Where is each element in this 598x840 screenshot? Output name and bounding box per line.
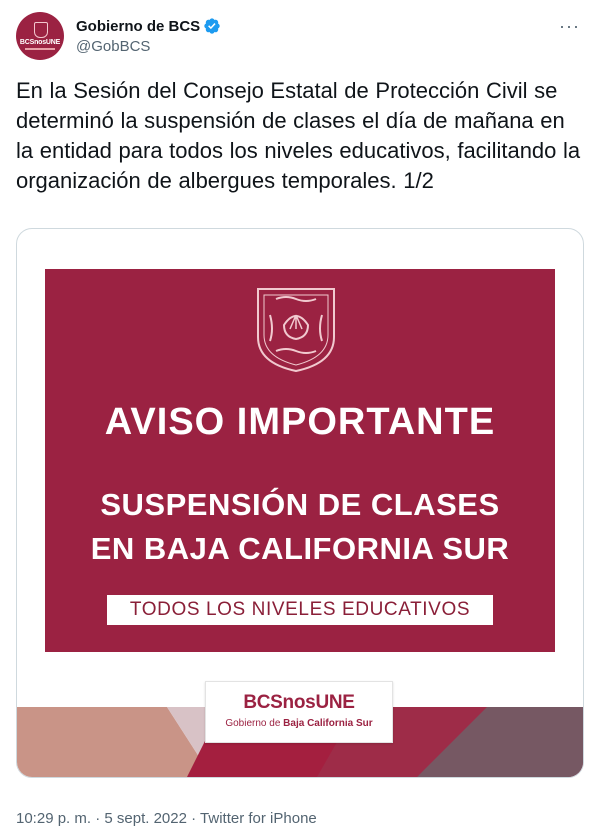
name-row: Gobierno de BCS: [76, 17, 221, 35]
tweet-text: En la Sesión del Consejo Estatal de Prot…: [16, 78, 587, 193]
poster-subtitle: SUSPENSIÓN DE CLASES EN BAJA CALIFORNIA …: [45, 483, 555, 571]
tweet-media-image[interactable]: AVISO IMPORTANTE SUSPENSIÓN DE CLASES EN…: [16, 228, 584, 778]
poster-subtitle-line1: SUSPENSIÓN DE CLASES: [100, 487, 500, 522]
avatar-crest-icon: [34, 22, 48, 38]
account-handle[interactable]: @GobBCS: [76, 38, 150, 55]
state-crest-icon: [257, 288, 335, 373]
brand-logo-sub-prefix: Gobierno de: [225, 718, 284, 729]
avatar-logo-text: BCSnosUNE: [19, 39, 61, 46]
poster-panel: AVISO IMPORTANTE SUSPENSIÓN DE CLASES EN…: [45, 269, 555, 652]
poster-banner: TODOS LOS NIVELES EDUCATIVOS: [107, 595, 493, 625]
tweet-time[interactable]: 10:29 p. m.: [16, 810, 91, 827]
avatar[interactable]: BCSnosUNE: [16, 12, 64, 60]
brand-logo: BCSnosUNE Gobierno de Baja California Su…: [205, 681, 393, 743]
poster-title: AVISO IMPORTANTE: [104, 401, 496, 443]
tweet-date[interactable]: 5 sept. 2022: [104, 810, 187, 827]
avatar-divider: [25, 48, 55, 50]
separator: ·: [91, 810, 105, 827]
tweet-header: BCSnosUNE Gobierno de BCS @GobBCS ···: [16, 12, 582, 62]
poster-bottom: BCSnosUNE Gobierno de Baja California Su…: [17, 669, 583, 777]
more-options-icon[interactable]: ···: [559, 16, 580, 37]
account-name[interactable]: Gobierno de BCS: [76, 18, 200, 35]
brand-logo-main: BCSnosUNE: [243, 692, 355, 713]
verified-badge-icon: [204, 18, 220, 34]
poster-subtitle-line2: EN BAJA CALIFORNIA SUR: [90, 531, 510, 566]
brand-logo-sub-bold: Baja California Sur: [283, 718, 373, 729]
tweet-source[interactable]: Twitter for iPhone: [200, 810, 317, 827]
separator: ·: [186, 810, 201, 827]
brand-logo-sub: Gobierno de Baja California Sur: [206, 718, 392, 729]
tweet-metadata: 10:29 p. m. · 5 sept. 2022 · Twitter for…: [16, 810, 317, 827]
